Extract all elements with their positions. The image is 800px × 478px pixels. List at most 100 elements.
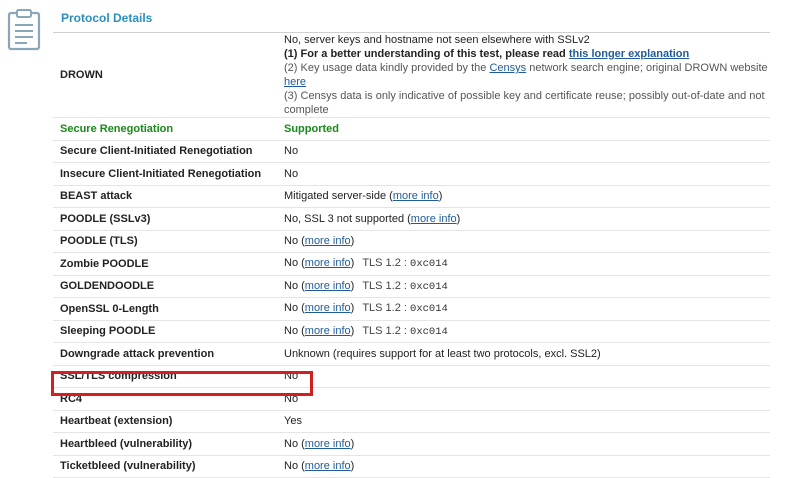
table-row: Secure Client-Initiated Renegotiation No xyxy=(53,140,770,163)
clipboard-list-icon xyxy=(7,9,41,51)
table-row: OpenSSL 0-Length No (more info) TLS 1.2 : … xyxy=(53,297,770,321)
table-row: BEAST attack Mitigated server-side (more … xyxy=(53,185,770,208)
row-label: DROWN xyxy=(53,33,277,118)
row-value: No xyxy=(277,365,770,388)
row-value: No xyxy=(277,140,770,163)
drown-note-3: (3) Censys data is only indicative of po… xyxy=(284,90,765,116)
row-value: No (more info) xyxy=(277,432,770,456)
value-suffix: ) xyxy=(350,235,355,248)
table-row: Insecure Client-Initiated Renegotiation N… xyxy=(53,162,770,186)
more-info-link[interactable]: more info xyxy=(393,190,439,202)
drown-note-1: (1) For a better understanding of this t… xyxy=(284,47,770,61)
value-suffix: ) xyxy=(456,212,461,225)
value-text: No ( xyxy=(284,279,305,292)
section-title: Protocol Details xyxy=(61,11,153,25)
value-text: No ( xyxy=(284,257,305,270)
value-text: Yes xyxy=(284,415,302,428)
row-label: GOLDENDOODLE xyxy=(53,275,277,298)
table-row: Secure Renegotiation Supported xyxy=(53,117,770,141)
row-value: Supported xyxy=(277,117,770,141)
more-info-link[interactable]: more info xyxy=(305,257,351,269)
more-info-link[interactable]: more info xyxy=(305,235,351,247)
value-suffix: ) xyxy=(350,460,355,473)
table-row: Sleeping POODLE No (more info) TLS 1.2 : 0… xyxy=(53,320,770,343)
row-label: Downgrade attack prevention xyxy=(53,342,277,366)
tls-version: TLS 1.2 : xyxy=(362,257,411,270)
more-info-link[interactable]: more info xyxy=(411,213,457,225)
table-row: POODLE (SSLv3) No, SSL 3 not supported (m… xyxy=(53,207,770,231)
drown-website-link[interactable]: here xyxy=(284,76,306,88)
row-label: Sleeping POODLE xyxy=(53,320,277,343)
row-value: Mitigated server-side (more info) xyxy=(277,185,770,208)
row-label: Insecure Client-Initiated Renegotiation xyxy=(53,162,277,186)
censys-link[interactable]: Censys xyxy=(489,62,526,74)
value-text: Unknown (requires support for at least t… xyxy=(284,347,601,360)
row-label: POODLE (SSLv3) xyxy=(53,207,277,231)
tls-version: TLS 1.2 : xyxy=(362,279,411,292)
rc4-highlight-box xyxy=(51,371,313,396)
cipher-code: 0xc014 xyxy=(410,325,448,338)
more-info-link[interactable]: more info xyxy=(305,325,351,337)
row-value: No (more info) TLS 1.2 : 0xc014 xyxy=(277,275,770,298)
row-label: Heartbeat (extension) xyxy=(53,410,277,433)
row-value: No (more info) xyxy=(277,230,770,253)
table-row-drown: DROWN No, server keys and hostname not s… xyxy=(53,33,770,118)
more-info-link[interactable]: more info xyxy=(305,438,351,450)
row-label: Heartbleed (vulnerability) xyxy=(53,432,277,456)
tls-version: TLS 1.2 : xyxy=(362,324,411,337)
row-value: Yes xyxy=(277,410,770,433)
table-row: POODLE (TLS) No (more info) xyxy=(53,230,770,253)
value-text: Mitigated server-side ( xyxy=(284,190,393,203)
cipher-code: 0xc014 xyxy=(410,280,448,293)
value-suffix: ) xyxy=(350,437,355,450)
row-label: OpenSSL 0-Length xyxy=(53,297,277,321)
cipher-code: 0xc014 xyxy=(410,258,448,271)
value-suffix: ) xyxy=(350,279,355,292)
drown-note-2-text: (2) Key usage data kindly provided by th… xyxy=(284,62,490,74)
more-info-link[interactable]: more info xyxy=(305,460,351,472)
row-value: No (more info) TLS 1.2 : 0xc014 xyxy=(277,320,770,343)
row-label: Zombie POODLE xyxy=(53,252,277,276)
row-label: BEAST attack xyxy=(53,185,277,208)
value-suffix: ) xyxy=(350,324,355,337)
value-text: No ( xyxy=(284,302,305,315)
value-suffix: ) xyxy=(438,190,443,203)
value-text: Supported xyxy=(284,122,339,135)
row-label: POODLE (TLS) xyxy=(53,230,277,253)
value-text: No, SSL 3 not supported ( xyxy=(284,212,411,225)
value-text: No ( xyxy=(284,437,305,450)
row-value: No (more info) TLS 1.2 : 0xc014 xyxy=(277,297,770,321)
drown-note-2: (2) Key usage data kindly provided by th… xyxy=(284,61,770,89)
value-text: No xyxy=(284,167,299,180)
row-value: No (more info) TLS 1.2 : 0xc014 xyxy=(277,252,770,276)
row-label: Secure Renegotiation xyxy=(53,117,277,141)
table-row: GOLDENDOODLE No (more info) TLS 1.2 : 0xc0… xyxy=(53,275,770,298)
drown-note-1-text: (1) For a better understanding of this t… xyxy=(284,48,569,60)
value-text: No ( xyxy=(284,235,305,248)
row-label: Secure Client-Initiated Renegotiation xyxy=(53,140,277,163)
row-value: Unknown (requires support for at least t… xyxy=(277,342,770,366)
value-text: No ( xyxy=(284,324,305,337)
table-row: Heartbleed (vulnerability) No (more info) xyxy=(53,432,770,456)
value-text: No ( xyxy=(284,460,305,473)
row-value: No, SSL 3 not supported (more info) xyxy=(277,207,770,231)
row-value: No (more info) xyxy=(277,455,770,478)
value-text: No xyxy=(284,145,299,158)
table-row: Heartbeat (extension) Yes xyxy=(53,410,770,433)
more-info-link[interactable]: more info xyxy=(305,302,351,314)
value-suffix: ) xyxy=(350,302,355,315)
row-label: Ticketbleed (vulnerability) xyxy=(53,455,277,478)
value-suffix: ) xyxy=(350,257,355,270)
more-info-link[interactable]: more info xyxy=(305,280,351,292)
longer-explanation-link[interactable]: this longer explanation xyxy=(569,48,689,60)
tls-version: TLS 1.2 : xyxy=(362,302,411,315)
table-row: Zombie POODLE No (more info) TLS 1.2 : 0xc… xyxy=(53,252,770,276)
row-value: No xyxy=(277,162,770,186)
table-row: Downgrade attack prevention Unknown (requ… xyxy=(53,342,770,366)
drown-note-2-mid: network search engine; original DROWN we… xyxy=(526,62,768,74)
drown-value: No, server keys and hostname not seen el… xyxy=(277,33,770,118)
cipher-code: 0xc014 xyxy=(410,303,448,316)
drown-status: No, server keys and hostname not seen el… xyxy=(284,34,590,46)
row-value: No xyxy=(277,387,770,411)
protocol-details-table: DROWN No, server keys and hostname not s… xyxy=(53,33,770,478)
